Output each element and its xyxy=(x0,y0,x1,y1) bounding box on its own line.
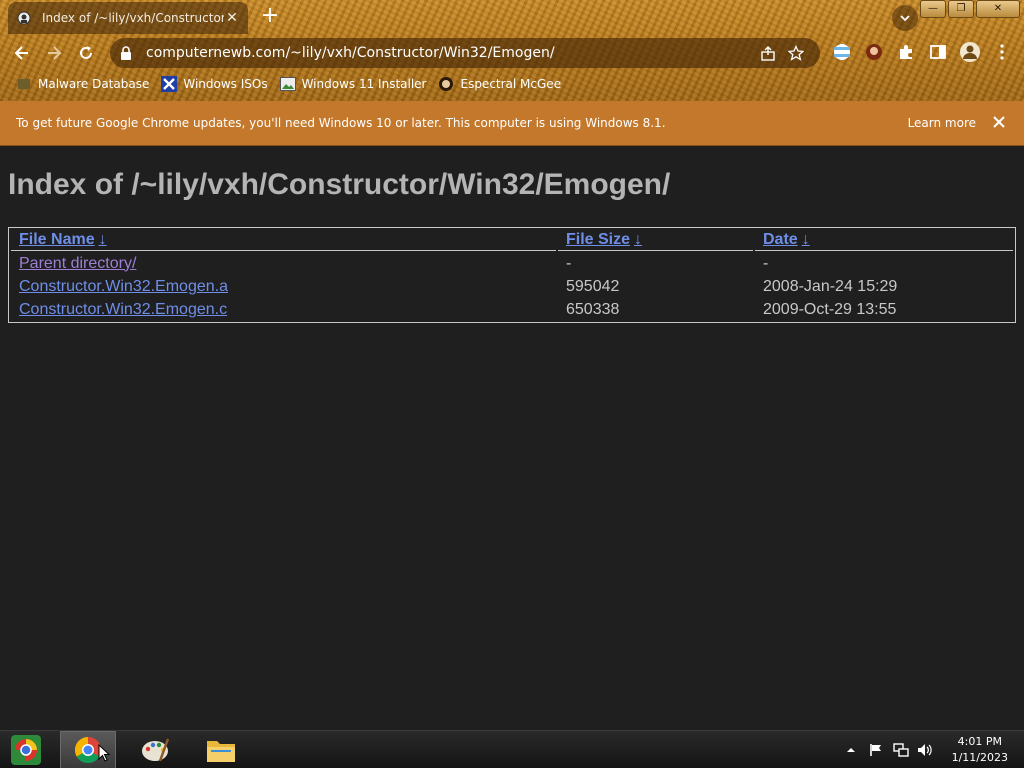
volume-icon[interactable] xyxy=(914,731,936,768)
forward-button[interactable] xyxy=(38,37,70,69)
date-cell: 2008-Jan-24 15:29 xyxy=(763,277,898,295)
action-center-flag-icon[interactable] xyxy=(866,731,886,768)
bookmark-espectral-mcgee[interactable]: Espectral McGee xyxy=(438,76,561,92)
table-row: Constructor.Win32.Emogen.a 595042 2008-J… xyxy=(11,276,1013,297)
minimize-button[interactable]: — xyxy=(920,0,946,18)
back-button[interactable] xyxy=(6,37,38,69)
chevron-up-icon xyxy=(847,748,855,752)
reload-button[interactable] xyxy=(70,37,102,69)
site-favicon-icon xyxy=(16,10,32,26)
address-bar[interactable]: computernewb.com/~lily/vxh/Constructor/W… xyxy=(110,38,820,68)
restore-button[interactable]: ❐ xyxy=(948,0,974,18)
sort-arrow-icon[interactable]: ↓ xyxy=(634,231,642,248)
file-link[interactable]: Constructor.Win32.Emogen.a xyxy=(19,278,228,295)
table-row: Parent directory/ - - xyxy=(11,253,1013,274)
extension-flag-icon[interactable] xyxy=(830,40,854,64)
page-content: Index of /~lily/vxh/Constructor/Win32/Em… xyxy=(0,146,1024,730)
close-window-button[interactable]: ✕ xyxy=(976,0,1020,18)
side-panel-icon[interactable] xyxy=(926,40,950,64)
parent-directory-link[interactable]: Parent directory/ xyxy=(19,255,136,272)
update-infobar: To get future Google Chrome updates, you… xyxy=(0,101,1024,146)
file-size-cell: 650338 xyxy=(566,300,620,318)
folder-icon xyxy=(207,741,235,762)
bookmark-label: Espectral McGee xyxy=(460,77,562,91)
mouse-cursor-icon xyxy=(98,744,110,762)
arrow-left-icon xyxy=(14,46,28,60)
arrow-right-icon xyxy=(48,46,62,60)
file-link[interactable]: Constructor.Win32.Emogen.c xyxy=(19,301,227,318)
file-listing-table: File Name ↓ File Size ↓ Date ↓ Parent direc… xyxy=(8,227,1016,323)
column-header-date: Date ↓ xyxy=(755,230,1013,251)
image-icon xyxy=(279,76,296,92)
puzzle-piece-icon[interactable] xyxy=(894,40,918,64)
file-size-cell: 595042 xyxy=(566,277,620,295)
table-header-row: File Name ↓ File Size ↓ Date ↓ xyxy=(11,230,1013,251)
clock-time: 4:01 PM xyxy=(957,735,1002,748)
sort-arrow-icon[interactable]: ↓ xyxy=(802,231,810,248)
tab-search-button[interactable] xyxy=(892,5,918,31)
infobar-close-icon[interactable] xyxy=(990,113,1008,131)
taskbar-paint-button[interactable] xyxy=(128,731,182,768)
network-icon[interactable] xyxy=(890,731,912,768)
window-controls: — ❐ ✕ xyxy=(920,0,1020,18)
active-tab[interactable]: Index of /~lily/vxh/Constructor ✕ xyxy=(8,2,248,34)
x-logo-icon xyxy=(161,76,178,92)
avatar-icon xyxy=(438,76,454,92)
url-text: computernewb.com/~lily/vxh/Constructor/W… xyxy=(146,45,555,61)
bookmarks-bar: Malware Database Windows ISOs Windows 11… xyxy=(0,72,561,96)
reload-icon xyxy=(80,46,92,59)
share-icon[interactable] xyxy=(754,45,782,61)
sort-date-link[interactable]: Date xyxy=(763,231,798,248)
browser-toolbar: computernewb.com/~lily/vxh/Constructor/W… xyxy=(0,36,1024,70)
chevron-down-icon xyxy=(900,15,910,22)
taskbar-clock[interactable]: 4:01 PM 1/11/2023 xyxy=(952,734,1008,766)
sort-file-name-link[interactable]: File Name xyxy=(19,231,95,248)
bookmark-windows-11-installer[interactable]: Windows 11 Installer xyxy=(279,76,427,92)
infobar-message: To get future Google Chrome updates, you… xyxy=(16,116,666,130)
bookmark-label: Windows 11 Installer xyxy=(301,77,427,91)
star-icon[interactable] xyxy=(782,45,810,61)
column-header-file-name: File Name ↓ xyxy=(11,230,556,251)
table-row: Constructor.Win32.Emogen.c 650338 2009-O… xyxy=(11,299,1013,320)
profile-icon[interactable] xyxy=(958,40,982,64)
date-cell: 2009-Oct-29 13:55 xyxy=(763,300,897,318)
sort-file-size-link[interactable]: File Size xyxy=(566,231,630,248)
new-tab-button[interactable]: + xyxy=(258,5,282,29)
paint-palette-icon xyxy=(142,738,170,762)
taskbar-explorer-button[interactable] xyxy=(194,731,248,768)
start-orb-icon xyxy=(11,735,41,765)
column-header-file-size: File Size ↓ xyxy=(558,230,753,251)
database-icon xyxy=(16,76,32,92)
tab-title: Index of /~lily/vxh/Constructor xyxy=(42,11,224,25)
sort-arrow-icon[interactable]: ↓ xyxy=(99,231,107,248)
clock-date: 1/11/2023 xyxy=(951,751,1008,764)
show-hidden-icons-button[interactable] xyxy=(844,731,858,768)
bookmark-label: Malware Database xyxy=(38,77,150,91)
bookmark-label: Windows ISOs xyxy=(183,77,268,91)
lock-icon xyxy=(120,46,134,60)
learn-more-link[interactable]: Learn more xyxy=(908,116,976,130)
bookmark-windows-isos[interactable]: Windows ISOs xyxy=(161,76,268,92)
date-cell: - xyxy=(763,254,769,272)
page-title: Index of /~lily/vxh/Constructor/Win32/Em… xyxy=(8,168,671,201)
file-size-cell: - xyxy=(566,254,572,272)
browser-frame: Index of /~lily/vxh/Constructor ✕ + — ❐ … xyxy=(0,0,1024,101)
taskbar: 4:01 PM 1/11/2023 xyxy=(0,730,1024,768)
extension-avatar-icon[interactable] xyxy=(862,40,886,64)
kebab-menu-icon[interactable] xyxy=(990,40,1014,64)
bookmark-malware-database[interactable]: Malware Database xyxy=(16,76,149,92)
start-button[interactable] xyxy=(4,731,48,768)
tab-close-icon[interactable]: ✕ xyxy=(224,10,240,26)
